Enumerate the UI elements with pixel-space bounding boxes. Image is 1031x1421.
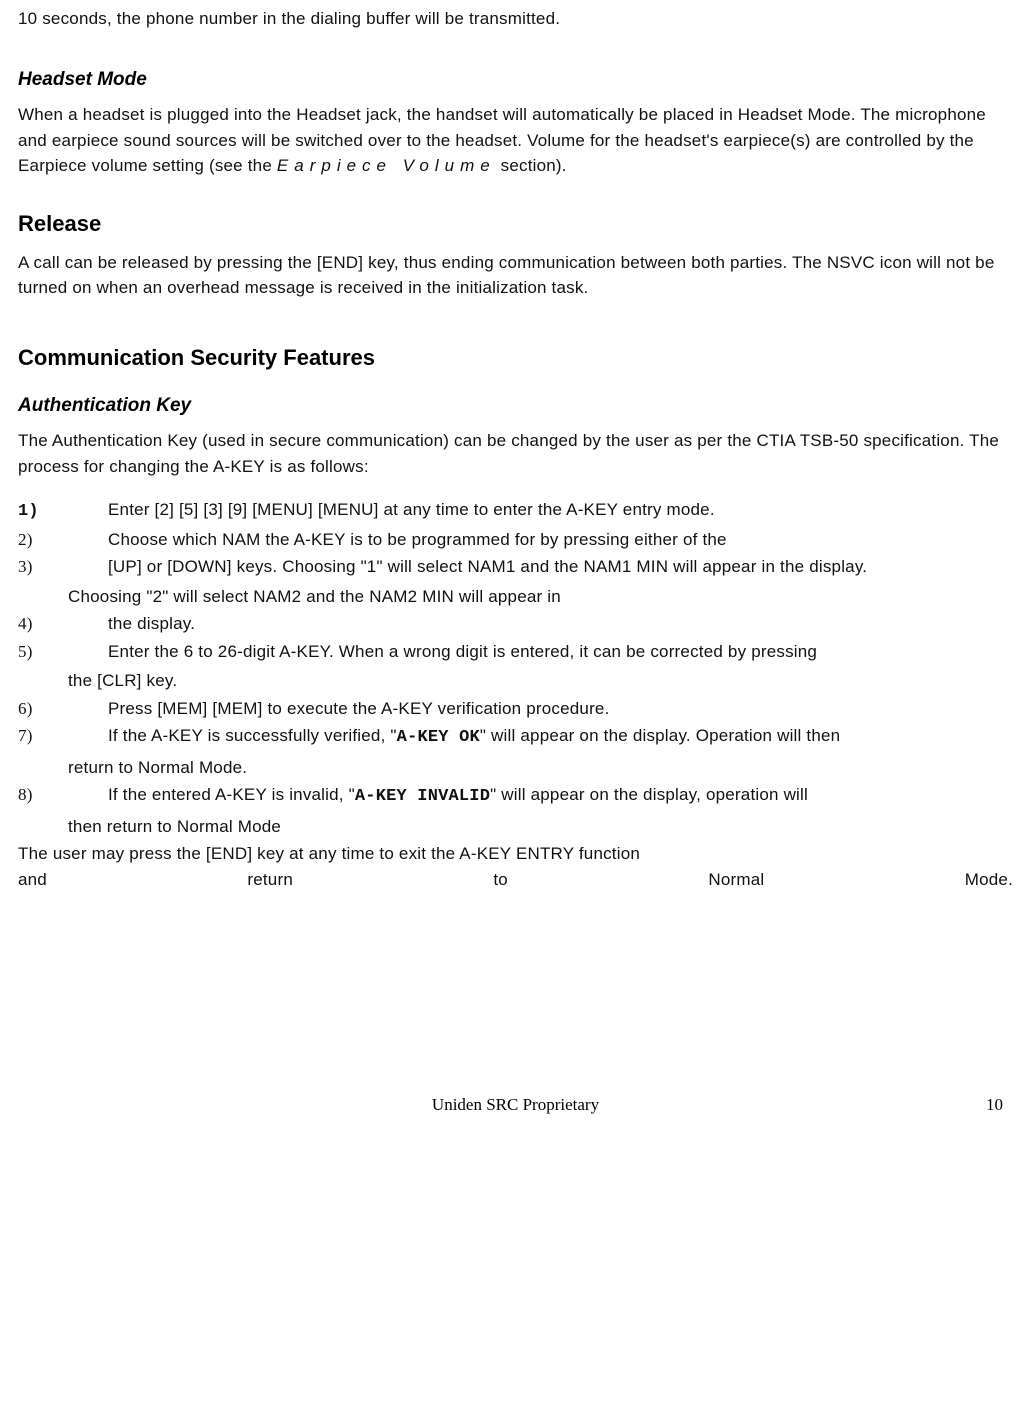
- step-6-text: Press [MEM] [MEM] to execute the A-KEY v…: [108, 699, 610, 718]
- step-num-6: 6): [18, 696, 108, 722]
- headset-text-b: section).: [496, 156, 567, 175]
- step-num-1: 1): [18, 499, 108, 525]
- step-3: 3)[UP] or [DOWN] keys. Choosing "1" will…: [18, 554, 1013, 580]
- step-num-3: 3): [18, 554, 108, 580]
- step-2-text: Choose which NAM the A-KEY is to be prog…: [108, 530, 727, 549]
- step-8-cont: then return to Normal Mode: [18, 814, 1013, 840]
- step-8: 8)If the entered A-KEY is invalid, "A-KE…: [18, 782, 1013, 810]
- step-num-7: 7): [18, 723, 108, 749]
- step-num-8: 8): [18, 782, 108, 808]
- heading-comm-security: Communication Security Features: [18, 341, 1013, 374]
- heading-auth-key: Authentication Key: [18, 392, 1013, 421]
- step-6: 6)Press [MEM] [MEM] to execute the A-KEY…: [18, 696, 1013, 722]
- step-4-text: the display.: [108, 614, 195, 633]
- step-1: 1)Enter [2] [5] [3] [9] [MENU] [MENU] at…: [18, 497, 1013, 525]
- auth-intro: The Authentication Key (used in secure c…: [18, 428, 1013, 479]
- akey-invalid-label: A-KEY INVALID: [355, 787, 490, 806]
- step-2: 2)Choose which NAM the A-KEY is to be pr…: [18, 527, 1013, 553]
- step-8-text-a: If the entered A-KEY is invalid, ": [108, 785, 355, 804]
- heading-release: Release: [18, 207, 1013, 240]
- step-num-5: 5): [18, 639, 108, 665]
- intro-fragment: 10 seconds, the phone number in the dial…: [18, 6, 1013, 32]
- step-7-cont: return to Normal Mode.: [18, 755, 1013, 781]
- step-5-text: Enter the 6 to 26-digit A-KEY. When a wr…: [108, 642, 817, 661]
- auth-steps-list-4: 8)If the entered A-KEY is invalid, "A-KE…: [18, 782, 1013, 810]
- headset-paragraph: When a headset is plugged into the Heads…: [18, 102, 1013, 179]
- step-5-cont: the [CLR] key.: [18, 668, 1013, 694]
- step-1-text: Enter [2] [5] [3] [9] [MENU] [MENU] at a…: [108, 500, 715, 519]
- step-3-cont: Choosing "2" will select NAM2 and the NA…: [18, 584, 1013, 610]
- auth-tail-2: and return to Normal Mode.: [18, 867, 1013, 893]
- step-5: 5)Enter the 6 to 26-digit A-KEY. When a …: [18, 639, 1013, 665]
- page-footer: Uniden SRC Proprietary 10: [18, 1092, 1013, 1118]
- auth-tail-1: The user may press the [END] key at any …: [18, 841, 1013, 867]
- step-7: 7)If the A-KEY is successfully verified,…: [18, 723, 1013, 751]
- earpiece-volume-ref: Earpiece Volume: [277, 156, 496, 175]
- step-3-text: [UP] or [DOWN] keys. Choosing "1" will s…: [108, 557, 867, 576]
- auth-steps-list: 1)Enter [2] [5] [3] [9] [MENU] [MENU] at…: [18, 497, 1013, 580]
- release-paragraph: A call can be released by pressing the […: [18, 250, 1013, 301]
- step-7-text-b: " will appear on the display. Operation …: [480, 726, 840, 745]
- step-num-2: 2): [18, 527, 108, 553]
- step-4: 4)the display.: [18, 611, 1013, 637]
- footer-center-text: Uniden SRC Proprietary: [432, 1095, 599, 1114]
- heading-headset-mode: Headset Mode: [18, 66, 1013, 95]
- step-8-text-b: " will appear on the display, operation …: [490, 785, 808, 804]
- step-7-text-a: If the A-KEY is successfully verified, ": [108, 726, 397, 745]
- auth-steps-list-3: 6)Press [MEM] [MEM] to execute the A-KEY…: [18, 696, 1013, 751]
- page-number: 10: [986, 1092, 1003, 1118]
- step-num-4: 4): [18, 611, 108, 637]
- akey-ok-label: A-KEY OK: [397, 728, 480, 747]
- auth-steps-list-2: 4)the display. 5)Enter the 6 to 26-digit…: [18, 611, 1013, 664]
